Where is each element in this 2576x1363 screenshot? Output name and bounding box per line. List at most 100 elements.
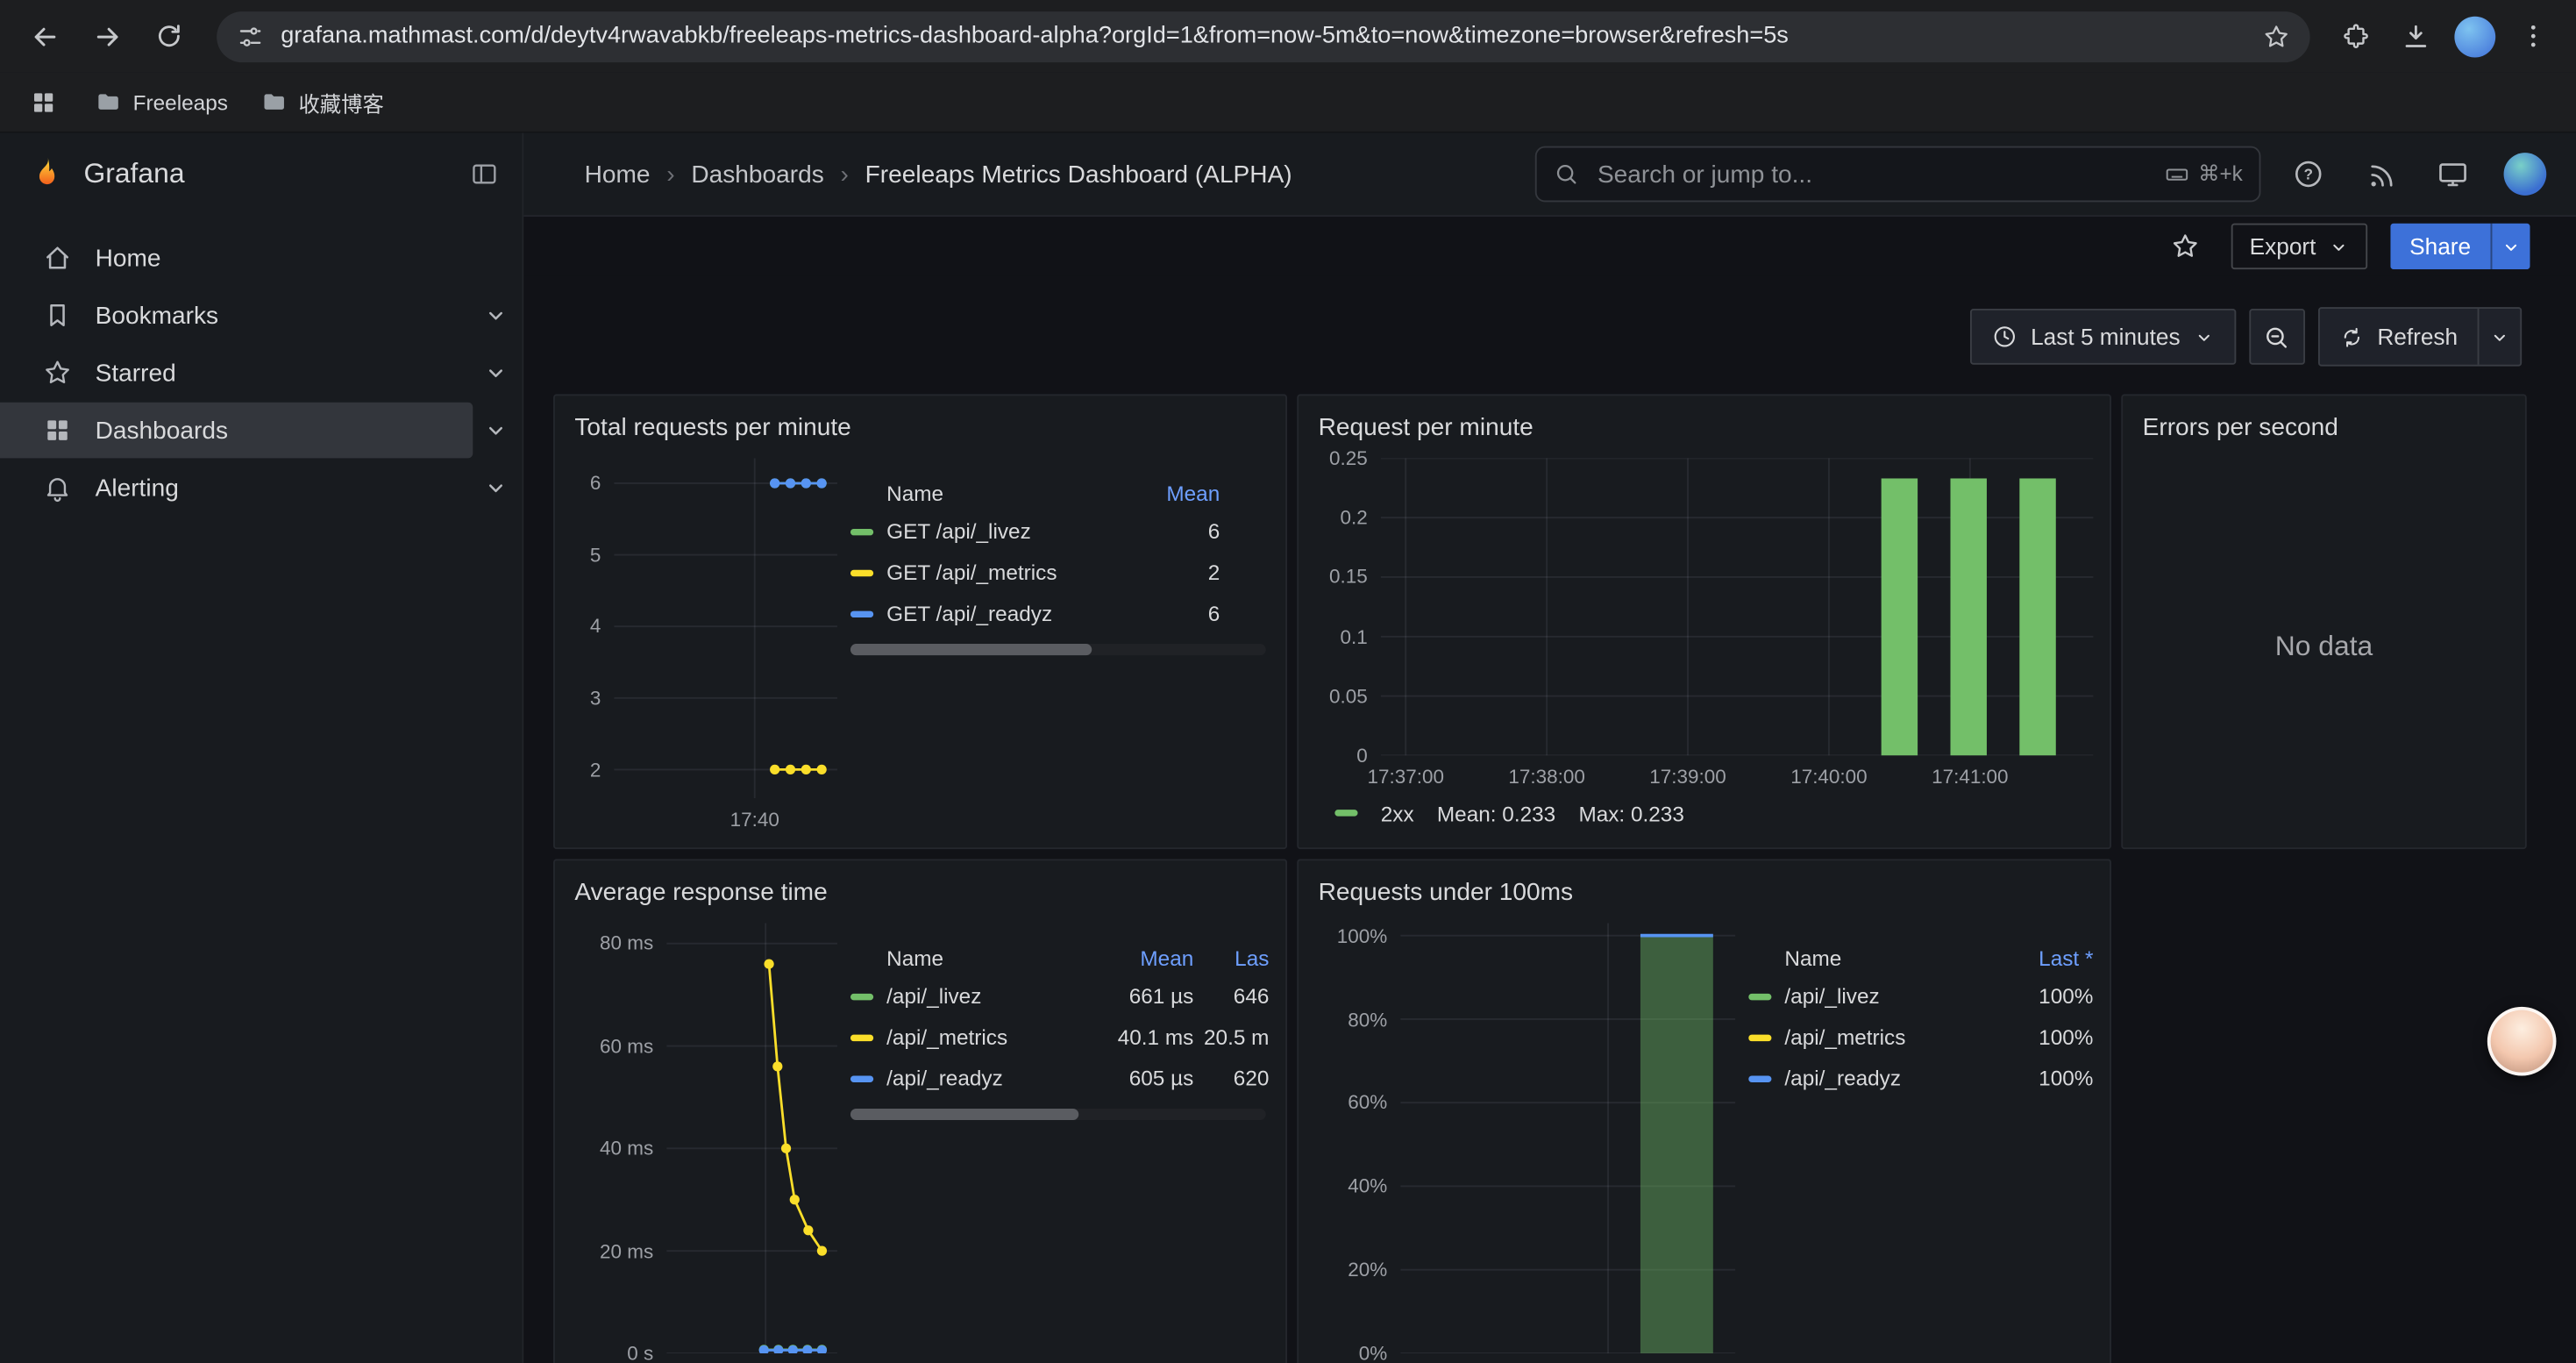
chevron-down-icon[interactable] [483,303,509,329]
panel-request-per-minute[interactable]: Request per minute 0.250.20.150.10.050 1… [1297,394,2111,849]
sidebar-item-bookmarks[interactable]: Bookmarks [0,288,473,344]
legend-row[interactable]: /api/_livez661 µs646 [850,975,1269,1017]
legend-scrollbar-thumb[interactable] [850,644,1092,655]
chevron-down-icon[interactable] [483,417,509,444]
plot-area[interactable] [666,923,837,1353]
browser-menu-kebab-icon[interactable] [2507,10,2559,62]
zoom-out-button[interactable] [2249,309,2305,365]
favorite-star-icon[interactable] [2162,224,2208,269]
keyboard-icon [2164,161,2190,188]
y-axis-tick: 0.2 [1341,506,1368,529]
sidebar-toggle-button[interactable] [470,160,500,189]
kiosk-monitor-icon[interactable] [2428,149,2477,198]
series-swatch [1748,1075,1771,1081]
chevron-down-icon[interactable] [483,475,509,501]
sidebar-item-alerting[interactable]: Alerting [0,460,473,516]
search-shortcut: ⌘+k [2164,161,2243,188]
apps-grid-icon[interactable] [23,82,62,122]
share-button[interactable]: Share [2390,224,2491,269]
legend-scrollbar-thumb[interactable] [850,1109,1079,1120]
search-icon [1553,161,1579,188]
legend-header: NameMean [850,475,1269,510]
site-settings-icon[interactable] [237,22,265,50]
legend-row[interactable]: /api/_livez100% [1748,975,2093,1017]
legend-row[interactable]: GET /api/_livez6 [850,510,1269,552]
reload-button[interactable] [141,8,197,64]
legend-value: 40.1 ms [1078,1024,1193,1049]
y-axis-tick: 5 [590,543,601,566]
panel-average-response-time[interactable]: Average response time 80 ms60 ms40 ms20 … [553,859,1287,1363]
line-chart: 80 ms60 ms40 ms20 ms0 s 17:40 [572,923,837,1363]
share-menu-button[interactable] [2491,224,2530,269]
user-avatar[interactable] [2501,149,2550,198]
legend-row[interactable]: /api/_readyz605 µs620 [850,1058,1269,1099]
help-icon[interactable] [2284,149,2333,198]
plot-area[interactable] [1400,923,1735,1353]
legend-row[interactable]: GET /api/_metrics2 [850,552,1269,593]
panel-total-requests-per-minute[interactable]: Total requests per minute 65432 17:40 Na… [553,394,1287,849]
breadcrumb-home[interactable]: Home [585,161,651,189]
y-axis-tick: 0 s [627,1342,653,1363]
assistant-avatar[interactable] [2487,1007,2557,1076]
chevron-down-icon [2194,326,2215,347]
extensions-icon[interactable] [2330,10,2382,62]
y-axis-tick: 80 ms [600,932,653,955]
top-nav: Home › Dashboards › Freeleaps Metrics Da… [523,133,2576,217]
legend-scrollbar[interactable] [850,1109,1266,1120]
panel-requests-under-100ms[interactable]: Requests under 100ms 100%80%60%40%20%0% … [1297,859,2111,1363]
sidebar-item-dashboards[interactable]: Dashboards [0,403,473,459]
panel-title: Requests under 100ms [1299,860,2110,923]
chevron-down-icon[interactable] [483,360,509,386]
legend-scrollbar[interactable] [850,644,1266,655]
refresh-button[interactable]: Refresh [2320,309,2478,365]
y-axis-tick: 4 [590,615,601,638]
series-max: Max: 0.233 [1578,801,1683,825]
y-axis-tick: 40 ms [600,1137,653,1160]
series-swatch [850,569,873,575]
legend-column-header[interactable]: Mean [1078,946,1193,970]
sidebar-item-home[interactable]: Home [0,230,473,286]
grafana-sidebar: Grafana Home Bookmarks Starred [0,133,523,1363]
breadcrumb-current: Freeleaps Metrics Dashboard (ALPHA) [865,161,1292,189]
export-button[interactable]: Export [2231,224,2366,269]
y-axis-tick: 0 [1356,744,1368,767]
legend-row[interactable]: GET /api/_readyz6 [850,593,1269,634]
legend-value: 100% [1998,984,2094,1009]
bookmark-star-icon[interactable] [2262,22,2290,50]
plot-area[interactable] [614,458,837,798]
y-axis-tick: 0.05 [1329,684,1368,707]
refresh-interval-button[interactable] [2478,309,2521,365]
sidebar-item-starred[interactable]: Starred [0,345,473,401]
legend-column-header[interactable]: Mean [1125,481,1220,505]
legend-column-header[interactable]: Name [850,481,1125,505]
legend-row[interactable]: /api/_metrics40.1 ms20.5 m [850,1017,1269,1058]
breadcrumb-dashboards[interactable]: Dashboards [691,161,823,189]
url-text[interactable]: grafana.mathmast.com/d/deytv4rwavabkb/fr… [281,23,2245,49]
news-rss-icon[interactable] [2356,149,2405,198]
search-bar[interactable]: ⌘+k [1535,146,2261,203]
time-range-picker[interactable]: Last 5 minutes [1970,309,2236,365]
bookmark-folder-blogs[interactable]: 收藏博客 [260,86,383,118]
bookmark-folder-freeleaps[interactable]: Freeleaps [96,89,228,115]
screen: grafana.mathmast.com/d/deytv4rwavabkb/fr… [0,0,2576,1363]
legend-column-header[interactable]: Name [850,946,1078,970]
forward-button[interactable] [79,8,135,64]
x-axis-tick: 17:40 [730,808,779,831]
legend-row[interactable]: /api/_readyz100% [1748,1058,2093,1099]
legend-value: 20.5 m [1193,1024,1269,1049]
legend-column-header[interactable]: Name [1748,946,1998,970]
legend-column-header[interactable]: Las [1193,946,1269,970]
plot-area[interactable] [1381,458,2094,755]
search-input[interactable] [1594,159,2149,190]
downloads-icon[interactable] [2388,10,2441,62]
back-button[interactable] [17,8,73,64]
legend-value: 2 [1125,560,1220,585]
browser-profile-avatar[interactable] [2448,10,2501,62]
panel-errors-per-second[interactable]: Errors per second No data [2121,394,2527,849]
legend-value: 6 [1125,519,1220,544]
share-button-group: Share [2390,224,2530,269]
legend-row[interactable]: /api/_metrics100% [1748,1017,2093,1058]
series-name[interactable]: 2xx [1381,801,1414,825]
legend-column-header[interactable]: Last * [1998,946,2094,970]
url-bar[interactable]: grafana.mathmast.com/d/deytv4rwavabkb/fr… [217,11,2309,61]
